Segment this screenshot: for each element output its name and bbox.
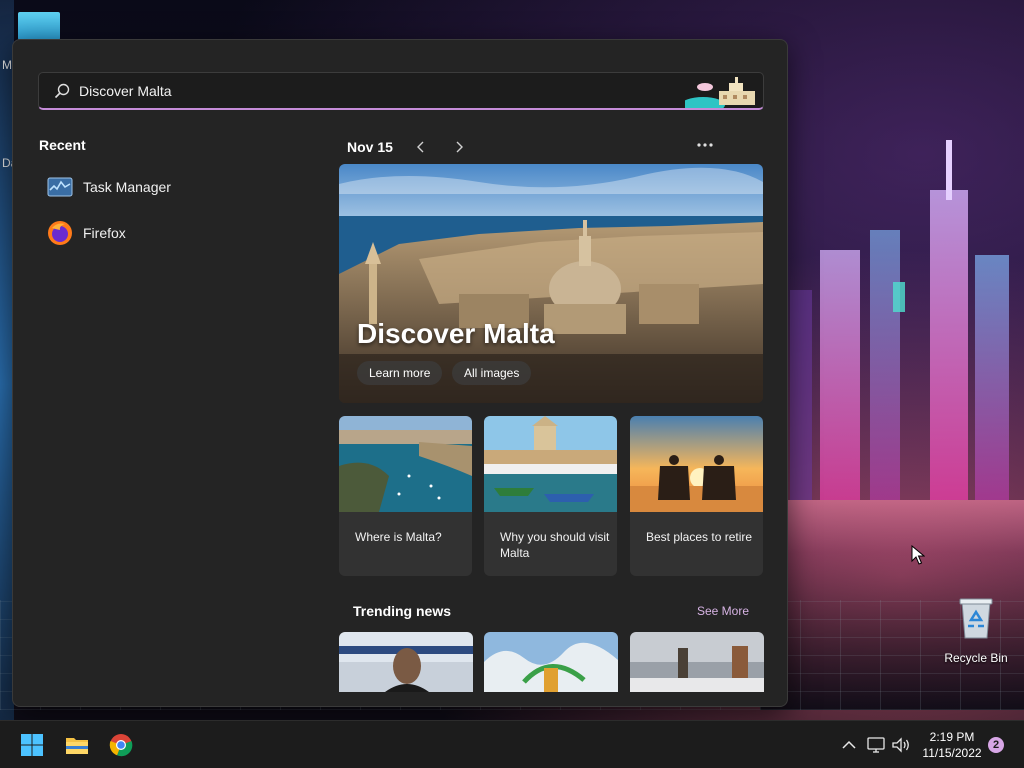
news-photo [484,632,618,692]
topic-label: Best places to retire [646,530,753,544]
news-card[interactable] [484,632,618,692]
recycle-bin-icon [959,598,993,639]
more-options-button[interactable] [693,135,717,155]
news-card[interactable] [630,632,764,692]
search-input[interactable] [79,73,679,108]
recycle-bin[interactable]: Recycle Bin [940,596,1012,665]
learn-more-button[interactable]: Learn more [357,361,443,385]
next-day-button[interactable] [449,137,469,157]
trending-news-heading: Trending news [353,603,452,619]
recycle-bin-label: Recycle Bin [944,651,1008,665]
windows-start-icon[interactable] [20,733,44,757]
notification-badge[interactable]: 2 [988,737,1004,753]
clock-time: 2:19 PM [929,730,975,744]
file-explorer-icon[interactable] [65,733,89,757]
desktop-label-partial: M [2,58,12,72]
recent-heading: Recent [39,137,86,153]
search-icon [54,83,70,99]
news-photo [339,632,473,692]
recent-item-firefox[interactable]: Firefox [47,217,297,249]
topic-label: Why you should visit Malta [500,530,610,560]
recent-item-task-manager[interactable]: Task Manager [47,171,297,203]
harbor-photo [339,416,472,512]
news-card[interactable] [339,632,473,692]
village-harbor-photo [484,416,617,512]
clock[interactable]: 2:19 PM 11/15/2022 [916,729,988,761]
see-more-link[interactable]: See More [697,604,749,618]
topic-label: Where is Malta? [355,530,442,544]
highlights-date-nav: Nov 15 [347,137,487,157]
task-manager-icon [47,177,73,197]
start-menu: Recent Task Manager Firefox Nov 15 [12,39,788,707]
firefox-icon [48,221,72,245]
chevron-up-icon[interactable] [839,735,859,755]
search-highlight-illustration [685,77,755,108]
chevron-right-icon [456,141,463,153]
clock-date: 11/15/2022 [922,746,982,760]
hero-card[interactable]: Discover Malta Learn more All images [339,164,763,403]
taskbar: 2:19 PM 11/15/2022 2 [0,720,1024,768]
desktop-icon-partial[interactable] [18,12,60,40]
more-icon [697,143,713,147]
news-photo [630,632,764,692]
highlights-date: Nov 15 [347,139,393,155]
topic-card-best-places-to-retire[interactable]: Best places to retire [630,416,763,576]
volume-icon[interactable] [891,735,911,755]
all-images-button[interactable]: All images [452,361,532,385]
sunset-beach-photo [630,416,763,512]
topic-card-where-is-malta[interactable]: Where is Malta? [339,416,472,576]
recent-item-label: Task Manager [83,179,171,195]
topic-card-why-visit-malta[interactable]: Why you should visit Malta [484,416,617,576]
hero-title: Discover Malta [357,318,555,349]
chrome-icon[interactable] [109,733,133,757]
chevron-left-icon [416,141,424,153]
previous-day-button[interactable] [411,137,431,157]
recent-item-label: Firefox [83,225,126,241]
network-icon[interactable] [866,735,886,755]
mouse-cursor-icon [911,545,925,565]
search-box[interactable] [38,72,764,110]
